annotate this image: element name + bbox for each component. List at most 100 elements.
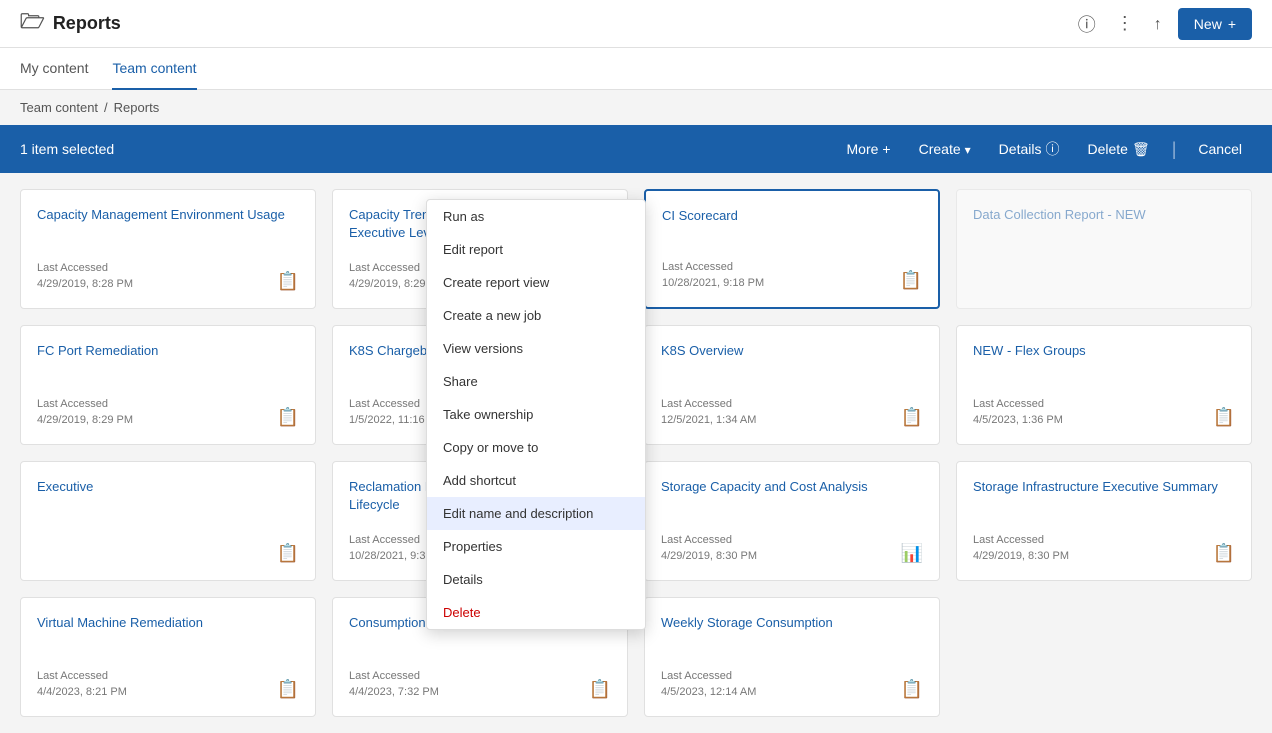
- report-icon: 📋: [589, 679, 611, 700]
- card-date-value: 10/28/2021, 9:18 PM: [662, 276, 764, 291]
- breadcrumb-team-content[interactable]: Team content: [20, 100, 98, 115]
- context-menu-properties[interactable]: Properties: [427, 530, 645, 563]
- app-header: 🗁 Reports ⓘ ⋮ ↑ New +: [0, 0, 1272, 48]
- delete-icon: 🗑: [1132, 141, 1150, 158]
- context-menu-delete[interactable]: Delete: [427, 596, 645, 629]
- card-title: FC Port Remediation: [37, 342, 299, 385]
- card-date: Last Accessed 4/5/2023, 1:36 PM: [973, 397, 1063, 428]
- report-icon: 📊: [901, 543, 923, 564]
- breadcrumb-separator: /: [104, 100, 108, 115]
- card-storage-capacity[interactable]: Storage Capacity and Cost Analysis Last …: [644, 461, 940, 581]
- report-icon: 📋: [277, 271, 299, 292]
- create-label: Create: [919, 141, 961, 157]
- context-menu-create-new-job[interactable]: Create a new job: [427, 299, 645, 332]
- card-title: Weekly Storage Consumption: [661, 614, 923, 657]
- context-menu-copy-move[interactable]: Copy or move to: [427, 431, 645, 464]
- card-k8s-overview[interactable]: K8S Overview Last Accessed 12/5/2021, 1:…: [644, 325, 940, 445]
- context-menu-view-versions[interactable]: View versions: [427, 332, 645, 365]
- context-menu: Run as Edit report Create report view Cr…: [426, 199, 646, 630]
- report-icon: 📋: [901, 407, 923, 428]
- breadcrumb-current: Reports: [114, 100, 160, 115]
- context-menu-share[interactable]: Share: [427, 365, 645, 398]
- upload-icon: ↑: [1154, 16, 1162, 33]
- card-title: CI Scorecard: [662, 207, 922, 248]
- card-date: Last Accessed 4/29/2019, 8:30 PM: [973, 533, 1069, 564]
- more-icon: ⋮: [1116, 13, 1134, 33]
- card-virtual-machine-remediation[interactable]: Virtual Machine Remediation Last Accesse…: [20, 597, 316, 717]
- selection-count: 1 item selected: [20, 141, 837, 157]
- card-date: Last Accessed 4/29/2019, 8:29 PM: [37, 397, 133, 428]
- context-menu-create-report-view[interactable]: Create report view: [427, 266, 645, 299]
- card-new-flex-groups[interactable]: NEW - Flex Groups Last Accessed 4/5/2023…: [956, 325, 1252, 445]
- context-menu-edit-report[interactable]: Edit report: [427, 233, 645, 266]
- create-action-button[interactable]: Create: [909, 135, 981, 163]
- card-date: Last Accessed 4/4/2023, 7:32 PM: [349, 669, 439, 700]
- context-menu-add-shortcut[interactable]: Add shortcut: [427, 464, 645, 497]
- card-date-label: Last Accessed: [973, 533, 1069, 548]
- card-data-collection[interactable]: Data Collection Report - NEW: [956, 189, 1252, 309]
- card-title: NEW - Flex Groups: [973, 342, 1235, 385]
- selection-bar: 1 item selected More + Create Details ⓘ …: [0, 125, 1272, 173]
- card-date-value: 4/29/2019, 8:30 PM: [973, 549, 1069, 564]
- new-plus-icon: +: [1228, 16, 1236, 32]
- card-footer: Last Accessed 4/5/2023, 1:36 PM 📋: [973, 397, 1235, 428]
- card-title: Virtual Machine Remediation: [37, 614, 299, 657]
- details-info-icon: ⓘ: [1045, 139, 1059, 159]
- tab-team-content[interactable]: Team content: [112, 48, 196, 90]
- report-icon: 📋: [277, 407, 299, 428]
- card-executive-placeholder[interactable]: Executive 📋: [20, 461, 316, 581]
- context-menu-details[interactable]: Details: [427, 563, 645, 596]
- context-menu-edit-name[interactable]: Edit name and description: [427, 497, 645, 530]
- card-date-label: Last Accessed: [662, 260, 764, 275]
- report-icon: 📋: [901, 679, 923, 700]
- card-ci-scorecard[interactable]: CI Scorecard Last Accessed 10/28/2021, 9…: [644, 189, 940, 309]
- cancel-action-button[interactable]: Cancel: [1188, 135, 1252, 163]
- card-footer: 📋: [37, 543, 299, 564]
- card-date: Last Accessed 10/28/2021, 9:18 PM: [662, 260, 764, 291]
- card-date-label: Last Accessed: [37, 261, 133, 276]
- report-icon: 📋: [1213, 407, 1235, 428]
- card-date: Last Accessed 4/5/2023, 12:14 AM: [661, 669, 756, 700]
- new-button[interactable]: New +: [1178, 8, 1252, 40]
- card-footer: Last Accessed 4/29/2019, 8:28 PM 📋: [37, 261, 299, 292]
- card-capacity-management[interactable]: Capacity Management Environment Usage La…: [20, 189, 316, 309]
- card-fc-port-remediation[interactable]: FC Port Remediation Last Accessed 4/29/2…: [20, 325, 316, 445]
- card-date-value: 4/29/2019, 8:28 PM: [37, 277, 133, 292]
- more-action-button[interactable]: More +: [837, 135, 901, 163]
- card-date-value: 4/5/2023, 1:36 PM: [973, 413, 1063, 428]
- info-button[interactable]: ⓘ: [1074, 7, 1100, 41]
- card-date-label: Last Accessed: [661, 533, 757, 548]
- card-date: Last Accessed 12/5/2021, 1:34 AM: [661, 397, 756, 428]
- card-storage-infrastructure[interactable]: Storage Infrastructure Executive Summary…: [956, 461, 1252, 581]
- details-action-button[interactable]: Details ⓘ: [989, 133, 1070, 165]
- card-date: Last Accessed 4/4/2023, 8:21 PM: [37, 669, 127, 700]
- tab-my-content[interactable]: My content: [20, 48, 88, 90]
- new-button-label: New: [1194, 16, 1222, 32]
- card-footer: Last Accessed 12/5/2021, 1:34 AM 📋: [661, 397, 923, 428]
- card-date-value: 12/5/2021, 1:34 AM: [661, 413, 756, 428]
- card-title: Capacity Management Environment Usage: [37, 206, 299, 249]
- card-date-label: Last Accessed: [37, 397, 133, 412]
- card-footer: Last Accessed 4/4/2023, 8:21 PM 📋: [37, 669, 299, 700]
- card-weekly-storage-consumption[interactable]: Weekly Storage Consumption Last Accessed…: [644, 597, 940, 717]
- report-icon: 📋: [900, 270, 922, 291]
- tabs-container: My content Team content: [0, 48, 1272, 90]
- more-options-button[interactable]: ⋮: [1112, 9, 1138, 38]
- card-date: Last Accessed 4/29/2019, 8:30 PM: [661, 533, 757, 564]
- card-date-value: 4/4/2023, 7:32 PM: [349, 685, 439, 700]
- more-action-label: More: [847, 141, 879, 157]
- reports-grid: Capacity Management Environment Usage La…: [0, 173, 1272, 733]
- card-footer: Last Accessed 4/29/2019, 8:30 PM 📊: [661, 533, 923, 564]
- report-icon: 📋: [277, 543, 299, 564]
- context-menu-run-as[interactable]: Run as: [427, 200, 645, 233]
- report-icon: 📋: [1213, 543, 1235, 564]
- card-date-label: Last Accessed: [973, 397, 1063, 412]
- card-date-value: 4/5/2023, 12:14 AM: [661, 685, 756, 700]
- card-date-label: Last Accessed: [349, 669, 439, 684]
- delete-action-button[interactable]: Delete 🗑: [1077, 135, 1159, 164]
- card-title: K8S Overview: [661, 342, 923, 385]
- context-menu-take-ownership[interactable]: Take ownership: [427, 398, 645, 431]
- card-title: Data Collection Report - NEW: [973, 206, 1235, 292]
- card-title: Executive: [37, 478, 299, 531]
- upload-button[interactable]: ↑: [1150, 9, 1166, 38]
